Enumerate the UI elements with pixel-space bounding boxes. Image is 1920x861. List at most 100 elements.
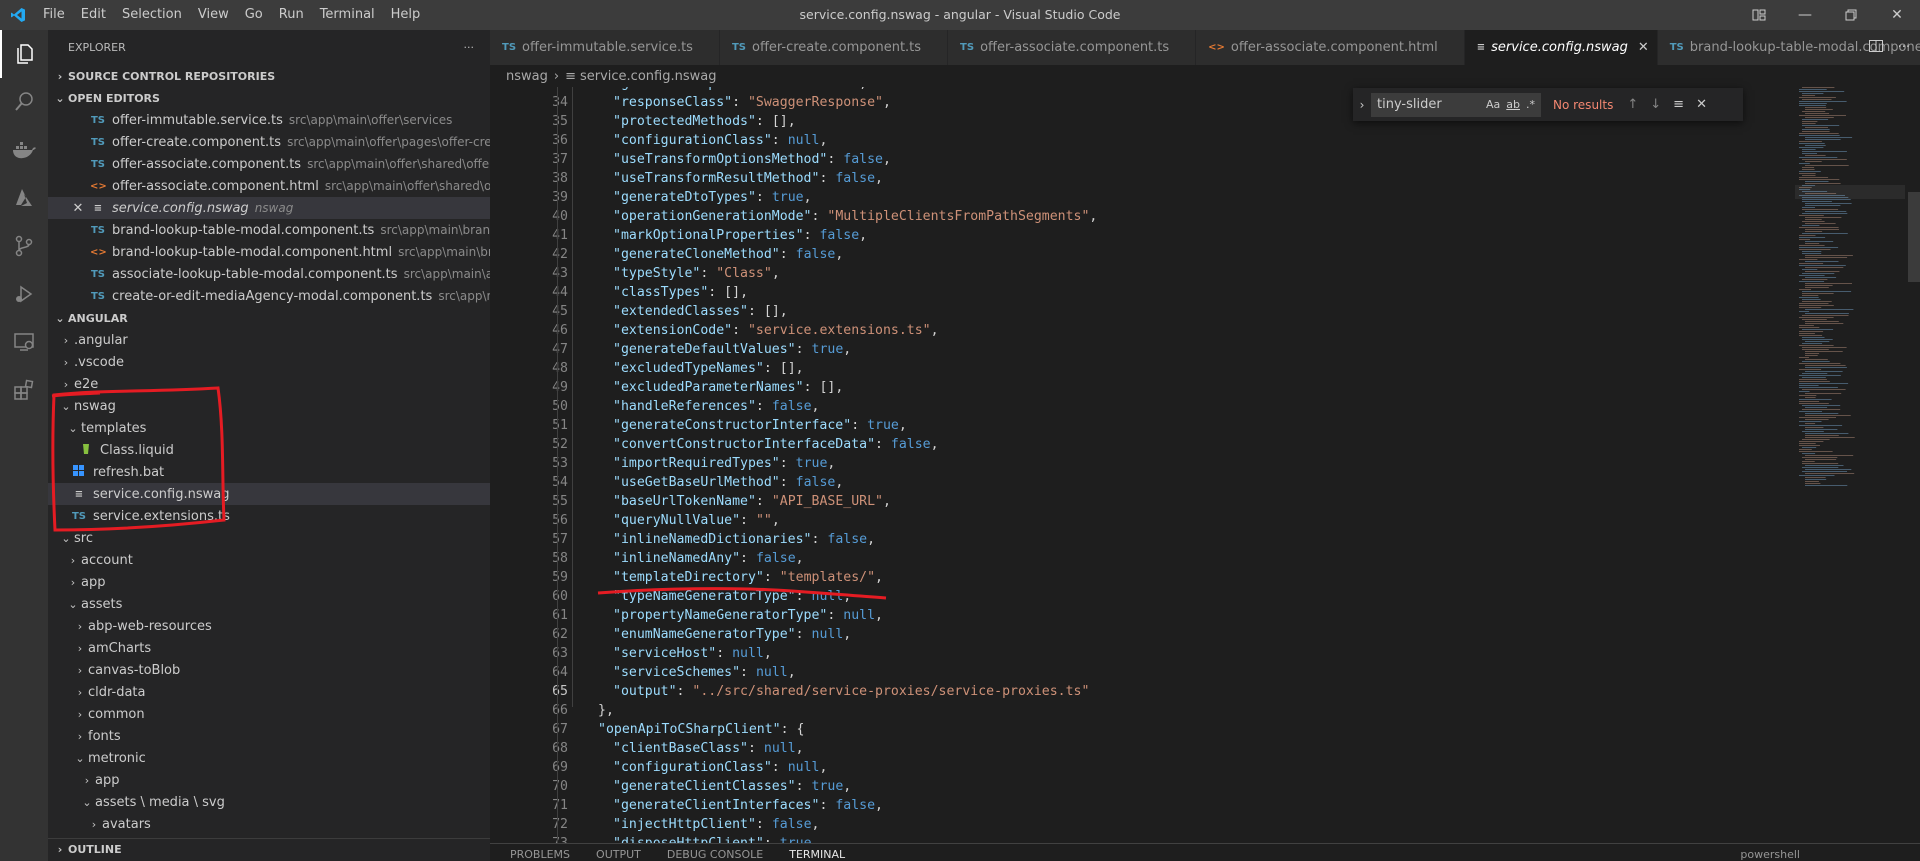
source-control-icon[interactable] [0, 222, 48, 270]
menu-file[interactable]: File [35, 0, 73, 30]
breadcrumb-file[interactable]: service.config.nswag [580, 69, 716, 84]
split-editor-icon[interactable] [1868, 38, 1884, 58]
menu-terminal[interactable]: Terminal [312, 0, 383, 30]
terminal-shell[interactable]: powershell [1740, 844, 1800, 861]
outline-section[interactable]: › OUTLINE [48, 838, 490, 860]
minimap[interactable] [1795, 87, 1905, 507]
tree-item[interactable]: › app [48, 571, 490, 593]
remote-explorer-icon[interactable] [0, 318, 48, 366]
tree-item[interactable]: ⌄ templates [48, 417, 490, 439]
regex-toggle[interactable]: .* [1526, 98, 1535, 111]
open-editor-item[interactable]: TS offer-associate.component.ts src\app\ma… [48, 153, 490, 175]
tree-item[interactable]: refresh.bat [48, 461, 490, 483]
code-line: 60 "typeNameGeneratorType": null, [490, 587, 1920, 606]
menu-edit[interactable]: Edit [73, 0, 114, 30]
tree-item[interactable]: › .angular [48, 329, 490, 351]
chevron-right-icon: › [63, 355, 69, 369]
tree-item[interactable]: ⌄ assets \ media \ svg [48, 791, 490, 813]
find-input[interactable]: tiny-slider Aa ab .* [1371, 92, 1541, 117]
close-tab-icon[interactable]: ✕ [1638, 40, 1649, 55]
tree-item[interactable]: › common [48, 703, 490, 725]
azure-icon[interactable] [0, 174, 48, 222]
open-editor-item[interactable]: <> offer-associate.component.html src\app\… [48, 175, 490, 197]
extensions-icon[interactable] [0, 366, 48, 414]
open-editor-name: offer-immutable.service.ts [112, 112, 283, 128]
open-editor-item[interactable]: TS create-or-edit-mediaAgency-modal.compo… [48, 285, 490, 307]
menu-view[interactable]: View [190, 0, 237, 30]
workspace-section[interactable]: ⌄ ANGULAR [48, 307, 490, 329]
close-editor-icon[interactable]: ✕ [70, 201, 86, 216]
layout-icon[interactable] [1736, 0, 1782, 30]
tree-item[interactable]: › fonts [48, 725, 490, 747]
scm-repositories-section[interactable]: › SOURCE CONTROL REPOSITORIES [48, 65, 490, 87]
tab-debug-console[interactable]: DEBUG CONSOLE [667, 844, 763, 861]
open-editor-item[interactable]: ✕ ≡ service.config.nswag nswag [48, 197, 490, 219]
search-icon[interactable] [0, 78, 48, 126]
open-editor-item[interactable]: TS offer-create.component.ts src\app\main\… [48, 131, 490, 153]
menu-go[interactable]: Go [237, 0, 271, 30]
open-editor-name: create-or-edit-mediaAgency-modal.compone… [112, 288, 433, 304]
tree-item[interactable]: Class.liquid [48, 439, 490, 461]
open-editor-item[interactable]: TS associate-lookup-table-modal.component… [48, 263, 490, 285]
tree-item[interactable]: ⌄ metronic [48, 747, 490, 769]
tree-item[interactable]: ⌄ assets [48, 593, 490, 615]
tree-item[interactable]: ⌄ src [48, 527, 490, 549]
code-text: "inlineNamedAny": false, [613, 551, 804, 566]
tab-problems[interactable]: PROBLEMS [510, 844, 570, 861]
editor-tab[interactable]: ≡ service.config.nswag ✕ [1464, 30, 1658, 65]
minimize-icon[interactable]: — [1782, 0, 1828, 30]
close-icon[interactable]: ✕ [1696, 97, 1707, 112]
tree-item[interactable]: › avatars [48, 813, 490, 835]
tree-item[interactable]: › amCharts [48, 637, 490, 659]
code-line: 38 "useTransformResultMethod": false, [490, 169, 1920, 188]
tree-item[interactable]: › account [48, 549, 490, 571]
tree-item[interactable]: › canvas-toBlob [48, 659, 490, 681]
code-text: "excludedParameterNames": [], [613, 380, 844, 395]
editor-tab[interactable]: TS offer-create.component.ts [719, 30, 949, 65]
tree-item-label: cldr-data [88, 684, 146, 700]
docker-icon[interactable] [0, 126, 48, 174]
arrow-up-icon[interactable]: ↑ [1627, 97, 1638, 112]
code-line: 37 "useTransformOptionsMethod": false, [490, 150, 1920, 169]
menu-run[interactable]: Run [271, 0, 312, 30]
arrow-down-icon[interactable]: ↓ [1650, 97, 1661, 112]
editor-scrollbar[interactable] [1906, 87, 1920, 843]
menu-selection[interactable]: Selection [114, 0, 190, 30]
open-editor-item[interactable]: TS offer-immutable.service.ts src\app\main… [48, 109, 490, 131]
toggle-replace-icon[interactable]: › [1353, 98, 1371, 112]
restore-icon[interactable] [1828, 0, 1874, 30]
tree-item[interactable]: › app [48, 769, 490, 791]
more-actions-icon[interactable]: ··· [1898, 40, 1910, 55]
code-line: 63 "serviceHost": null, [490, 644, 1920, 663]
open-editor-item[interactable]: <> brand-lookup-table-modal.component.htm… [48, 241, 490, 263]
scrollbar-thumb[interactable] [1908, 192, 1920, 282]
explorer-icon[interactable] [0, 30, 48, 78]
editor-tab[interactable]: TS offer-associate.component.ts [948, 30, 1197, 65]
tree-item-label: service.extensions.ts [93, 508, 230, 524]
tab-output[interactable]: OUTPUT [596, 844, 641, 861]
tree-item[interactable]: TS service.extensions.ts [48, 505, 490, 527]
chevron-right-icon: › [77, 619, 83, 633]
tree-item[interactable]: › .vscode [48, 351, 490, 373]
open-editors-section[interactable]: ⌄ OPEN EDITORS [48, 87, 490, 109]
menu-help[interactable]: Help [383, 0, 429, 30]
breadcrumb-folder[interactable]: nswag [506, 69, 548, 84]
find-in-selection-icon[interactable]: ≡ [1673, 97, 1684, 112]
tree-item[interactable]: ⌄ nswag [48, 395, 490, 417]
tree-item[interactable]: › e2e [48, 373, 490, 395]
tree-item[interactable]: ≡ service.config.nswag [48, 483, 490, 505]
close-icon[interactable]: ✕ [1874, 0, 1920, 30]
editor-tab[interactable]: <> offer-associate.component.html [1196, 30, 1465, 65]
more-actions-icon[interactable]: ··· [464, 41, 475, 54]
match-case-toggle[interactable]: Aa [1486, 98, 1500, 111]
tree-item[interactable]: › cldr-data [48, 681, 490, 703]
match-word-toggle[interactable]: ab [1506, 98, 1520, 111]
editor-tab[interactable]: TS offer-immutable.service.ts [490, 30, 720, 65]
find-navigation: ↑ ↓ ≡ ✕ [1627, 97, 1707, 112]
tab-terminal[interactable]: TERMINAL [789, 844, 845, 861]
open-editor-item[interactable]: TS brand-lookup-table-modal.component.ts s… [48, 219, 490, 241]
tree-item[interactable]: › abp-web-resources [48, 615, 490, 637]
code-text: "typeStyle": "Class", [613, 266, 780, 281]
code-editor[interactable]: 33"generateResponseClasses": true,34"res… [490, 87, 1920, 843]
run-debug-icon[interactable] [0, 270, 48, 318]
